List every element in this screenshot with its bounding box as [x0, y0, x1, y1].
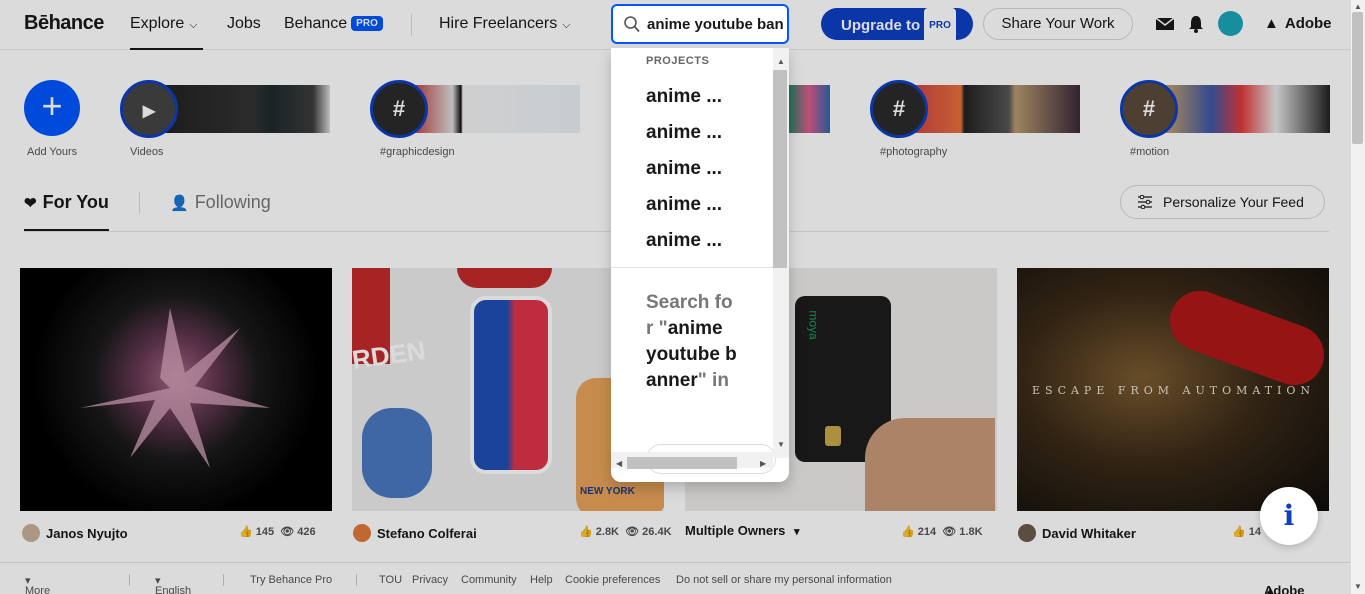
scroll-right-arrow-icon[interactable]: ▶ — [760, 459, 766, 468]
suggestion-item[interactable]: anime ... — [646, 122, 722, 144]
search-for-query-option[interactable]: Search for "anime youtube banner" in — [646, 290, 738, 394]
page-vertical-scroll-thumb[interactable] — [1352, 12, 1363, 144]
search-input[interactable]: anime youtube ban — [611, 4, 789, 44]
dropdown-horizontal-scroll-thumb[interactable] — [627, 457, 737, 469]
page-scroll-down-arrow-icon[interactable]: ▼ — [1354, 582, 1362, 591]
scroll-up-arrow-icon[interactable]: ▲ — [777, 57, 785, 66]
suggestions-heading: PROJECTS — [646, 55, 710, 67]
suggestion-item[interactable]: anime ... — [646, 86, 722, 108]
search-suggestions-dropdown: PROJECTS anime ... anime ... anime ... a… — [611, 48, 789, 482]
search-icon — [624, 16, 640, 33]
page-scroll-up-arrow-icon[interactable]: ▲ — [1354, 2, 1362, 11]
suggestions-divider — [611, 267, 773, 268]
scroll-down-arrow-icon[interactable]: ▼ — [777, 440, 785, 449]
info-button[interactable]: i — [1260, 487, 1318, 545]
suggestion-item[interactable]: anime ... — [646, 158, 722, 180]
scroll-left-arrow-icon[interactable]: ◀ — [616, 459, 622, 468]
dropdown-vertical-scroll-thumb[interactable] — [773, 70, 787, 268]
search-for-suffix: " in — [697, 370, 729, 391]
suggestion-item[interactable]: anime ... — [646, 194, 722, 216]
suggestion-item[interactable]: anime ... — [646, 230, 722, 252]
search-input-value: anime youtube ban — [647, 16, 783, 33]
